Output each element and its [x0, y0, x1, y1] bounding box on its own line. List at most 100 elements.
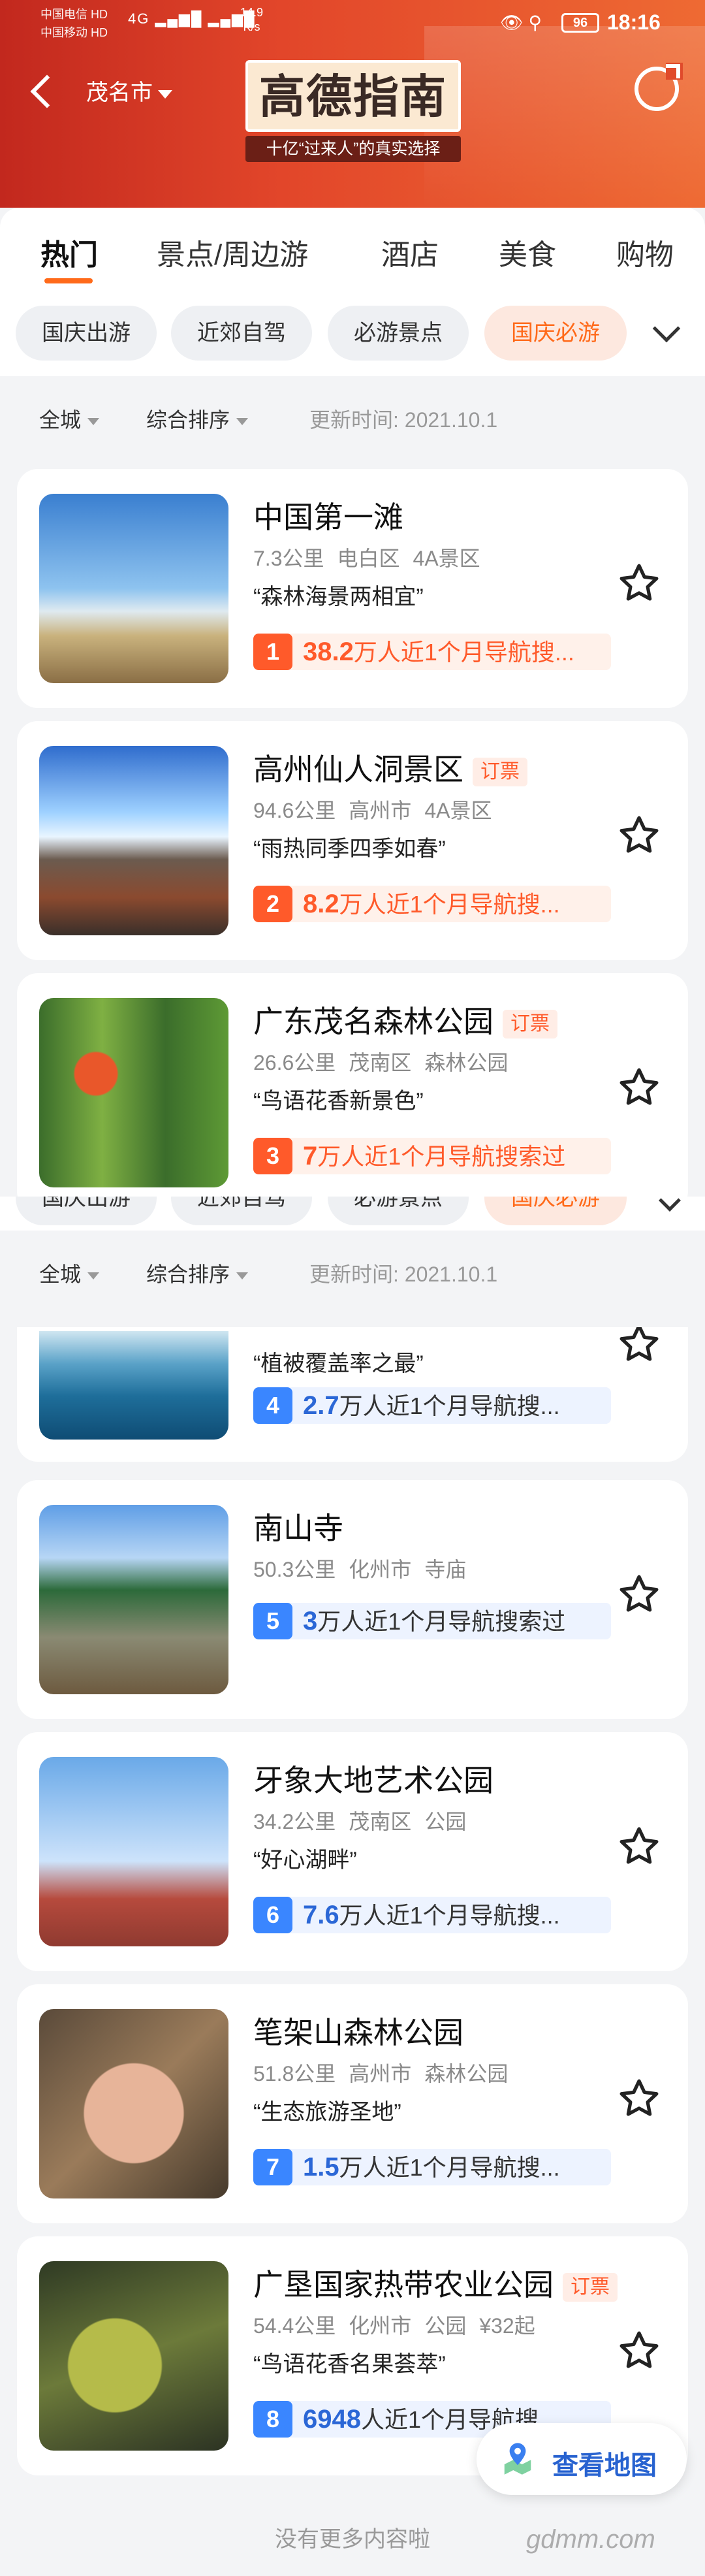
battery-icon: 96	[561, 13, 599, 33]
watermark: gdmm.com	[526, 2525, 655, 2554]
chip-suburb-drive[interactable]: 近郊自驾	[171, 306, 312, 361]
poi-card[interactable]: “植被覆盖率之最” 4 2.7万人近1个月导航搜...	[17, 1327, 688, 1462]
star-icon[interactable]	[616, 1065, 662, 1110]
chip-national-day-must[interactable]: 国庆必游	[484, 1197, 627, 1225]
poi-title: 中国第一滩	[253, 500, 403, 534]
tab-food[interactable]: 美食	[499, 231, 556, 273]
poi-quote: “森林海景两相宜”	[253, 585, 424, 609]
poi-card[interactable]: 南山寺 50.3公里 化州市 寺庙 5 3万人近1个月导航搜索过	[17, 1480, 688, 1719]
share-icon[interactable]	[634, 63, 683, 111]
brand-slogan: 十亿“过来人”的真实选择	[245, 136, 461, 162]
caret-down-icon	[87, 418, 100, 426]
poi-card[interactable]: 广东茂名森林公园 订票 26.6公里 茂南区 森林公园 “鸟语花香新景色” 3 7万人近…	[17, 973, 688, 1212]
poi-title: 南山寺	[253, 1511, 343, 1545]
poi-card[interactable]: 笔架山森林公园 51.8公里 高州市 森林公园 “生态旅游圣地” 7 1.5万人近1个…	[17, 1984, 688, 2223]
poi-quote: “雨热同季四季如春”	[253, 837, 446, 861]
poi-title: 笔架山森林公园	[253, 2016, 463, 2050]
poi-photo	[39, 494, 228, 683]
poi-card[interactable]: 牙象大地艺术公园 34.2公里 茂南区 公园 “好心湖畔” 6 7.6万人近1个月导航…	[17, 1732, 688, 1971]
chip-national-day-trip[interactable]: 国庆出游	[16, 306, 157, 361]
map-pin-icon	[504, 2443, 531, 2475]
caret-down-icon	[158, 89, 172, 99]
poi-quote: “鸟语花香新景色”	[253, 1089, 424, 1114]
poi-quote: “好心湖畔”	[253, 1848, 357, 1873]
poi-meta: 50.3公里 化州市 寺庙	[253, 1558, 467, 1581]
poi-meta: 34.2公里 茂南区 公园	[253, 1810, 467, 1833]
view-map-label: 查看地图	[552, 2451, 657, 2480]
sticky-chip-row: 国庆出游 近郊自驾 必游景点 国庆必游	[0, 1197, 705, 1231]
update-time: 更新时间: 2021.10.1	[309, 408, 498, 432]
chevron-down-icon[interactable]	[659, 1197, 681, 1212]
poi-card[interactable]: 高州仙人洞景区 订票 94.6公里 高州市 4A景区 “雨热同季四季如春” 2 8.2万…	[17, 721, 688, 960]
poi-title: 广东茂名森林公园 订票	[253, 998, 557, 1041]
header: 中国电信 HD 中国移动 HD 4G ▂▄▆█ ▂▄▆█ 14.9 K/s 👁 …	[0, 0, 705, 208]
area-filter[interactable]: 全城	[39, 1258, 100, 1288]
city-label: 茂名市	[86, 80, 153, 105]
clock: 18:16	[607, 10, 661, 34]
view-map-button[interactable]: 查看地图	[477, 2423, 687, 2495]
rank-badge: 5 3万人近1个月导航搜索过	[253, 1603, 611, 1639]
chip-national-day-must[interactable]: 国庆必游	[484, 306, 627, 361]
chip-must-visit[interactable]: 必游景点	[328, 1197, 469, 1225]
tab-hot[interactable]: 热门	[40, 231, 98, 273]
sticky-filter-bar: 全城 综合排序 更新时间: 2021.10.1	[0, 1231, 705, 1327]
poi-quote: “生态旅游圣地”	[253, 2100, 401, 2125]
poi-photo	[39, 2009, 228, 2198]
star-icon[interactable]	[616, 1824, 662, 1869]
chip-must-visit[interactable]: 必游景点	[328, 306, 469, 361]
chevron-down-icon[interactable]	[652, 314, 681, 343]
chip-suburb-drive[interactable]: 近郊自驾	[171, 1197, 312, 1225]
signal-icon: 4G ▂▄▆█ ▂▄▆█	[128, 10, 256, 27]
filter-bar: 全城 综合排序 更新时间: 2021.10.1	[0, 376, 705, 455]
rank-badge: 6 7.6万人近1个月导航搜...	[253, 1897, 611, 1933]
ticket-badge[interactable]: 订票	[473, 757, 527, 786]
rank-badge: 7 1.5万人近1个月导航搜...	[253, 2149, 611, 2185]
caret-down-icon	[87, 1272, 100, 1280]
rank-badge: 3 7万人近1个月导航搜索过	[253, 1138, 611, 1174]
star-icon[interactable]	[616, 1327, 662, 1366]
star-icon[interactable]	[616, 813, 662, 858]
tab-scenic[interactable]: 景点/周边游	[157, 231, 308, 273]
status-bar: 中国电信 HD 中国移动 HD 4G ▂▄▆█ ▂▄▆█ 14.9 K/s 👁 …	[0, 0, 705, 52]
tab-hotel[interactable]: 酒店	[381, 231, 439, 273]
rank-badge: 1 38.2万人近1个月导航搜...	[253, 634, 611, 670]
poi-card[interactable]: 中国第一滩 7.3公里 电白区 4A景区 “森林海景两相宜” 1 38.2万人近1个月…	[17, 469, 688, 708]
poi-photo	[39, 2261, 228, 2451]
network-speed: 14.9 K/s	[240, 6, 264, 33]
poi-photo	[39, 1505, 228, 1694]
poi-photo	[39, 998, 228, 1187]
poi-title: 高州仙人洞景区 订票	[253, 746, 527, 789]
star-icon[interactable]	[616, 1571, 662, 1617]
chip-row: 国庆出游 近郊自驾 必游景点 国庆必游	[0, 293, 705, 376]
poi-meta: 51.8公里 高州市 森林公园	[253, 2062, 509, 2085]
carrier-2: 中国移动 HD	[40, 26, 108, 39]
city-selector[interactable]: 茂名市	[86, 74, 172, 106]
star-icon[interactable]	[616, 2328, 662, 2374]
caret-down-icon	[236, 1272, 249, 1280]
star-icon[interactable]	[616, 2076, 662, 2121]
poi-photo	[39, 1757, 228, 1946]
caret-down-icon	[236, 418, 249, 426]
update-time: 更新时间: 2021.10.1	[309, 1263, 498, 1286]
star-icon[interactable]	[616, 560, 662, 606]
active-tab-indicator	[44, 278, 93, 283]
back-button[interactable]	[29, 72, 55, 111]
poi-photo	[39, 746, 228, 935]
sort-filter[interactable]: 综合排序	[146, 404, 249, 434]
poi-meta: 54.4公里 化州市 公园 ¥32起	[253, 2314, 535, 2338]
poi-quote: “植被覆盖率之最”	[253, 1351, 424, 1376]
poi-photo	[39, 1331, 228, 1440]
poi-title: 广垦国家热带农业公园 订票	[253, 2261, 618, 2304]
sort-filter[interactable]: 综合排序	[146, 1258, 249, 1288]
tab-shopping[interactable]: 购物	[616, 231, 674, 273]
poi-meta: 94.6公里 高州市 4A景区	[253, 799, 492, 822]
carrier-1: 中国电信 HD	[40, 8, 108, 21]
area-filter[interactable]: 全城	[39, 404, 100, 434]
poi-meta: 26.6公里 茂南区 森林公园	[253, 1051, 509, 1074]
ticket-badge[interactable]: 订票	[503, 1009, 557, 1038]
poi-title: 牙象大地艺术公园	[253, 1763, 494, 1797]
rank-badge: 4 2.7万人近1个月导航搜...	[253, 1387, 611, 1424]
chip-national-day-trip[interactable]: 国庆出游	[16, 1197, 157, 1225]
ticket-badge[interactable]: 订票	[563, 2272, 618, 2302]
city-skyline-image	[424, 26, 705, 208]
